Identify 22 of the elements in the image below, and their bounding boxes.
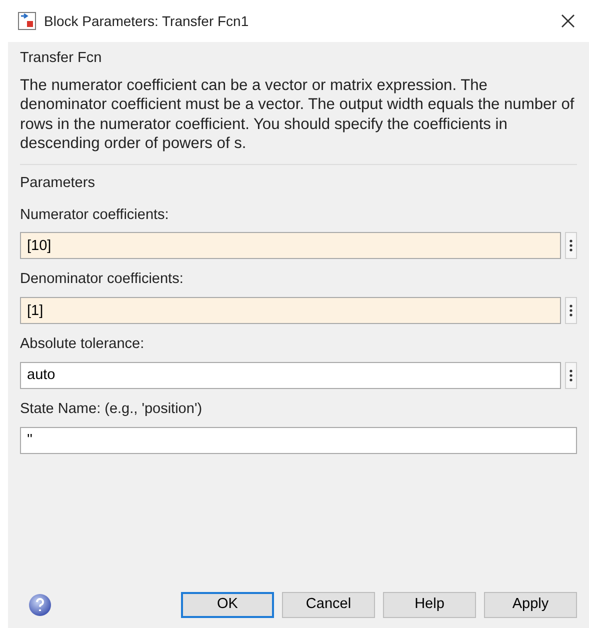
dialog-button[interactable]: OK [181, 592, 274, 618]
more-options-icon[interactable] [565, 362, 577, 389]
field-label: Numerator coefficients: [20, 206, 170, 224]
field-label: Denominator coefficients: [20, 270, 184, 290]
parameters-heading: Parameters [20, 174, 96, 193]
block-type-title: Transfer Fcn [20, 49, 103, 68]
close-icon[interactable] [561, 14, 575, 28]
dialog-button[interactable]: Help [383, 592, 476, 618]
input-field[interactable]: [1] [20, 297, 561, 324]
description-text: The numerator coefficient can be a vector or matrix expression. The denominator coefficient must be a vector. The output width equals the number of rows in the numerator coefficient. You should specify the coefficients in descending order of powers of s. [20, 76, 576, 154]
more-options-icon[interactable] [565, 297, 577, 324]
field-label: Absolute tolerance: [20, 335, 146, 354]
dialog-button[interactable]: Cancel [282, 592, 375, 618]
field-label: State Name: (e.g., 'position') [20, 400, 204, 419]
window-title: Block Parameters: Transfer Fcn1 [44, 12, 249, 30]
block-app-icon [18, 12, 36, 30]
input-field[interactable]: [10] [20, 232, 561, 260]
input-field[interactable]: auto [20, 362, 561, 389]
more-options-icon[interactable] [565, 232, 577, 260]
help-icon[interactable] [28, 593, 52, 617]
input-field[interactable]: '' [20, 426, 577, 454]
dialog-button[interactable]: Apply [484, 592, 577, 618]
